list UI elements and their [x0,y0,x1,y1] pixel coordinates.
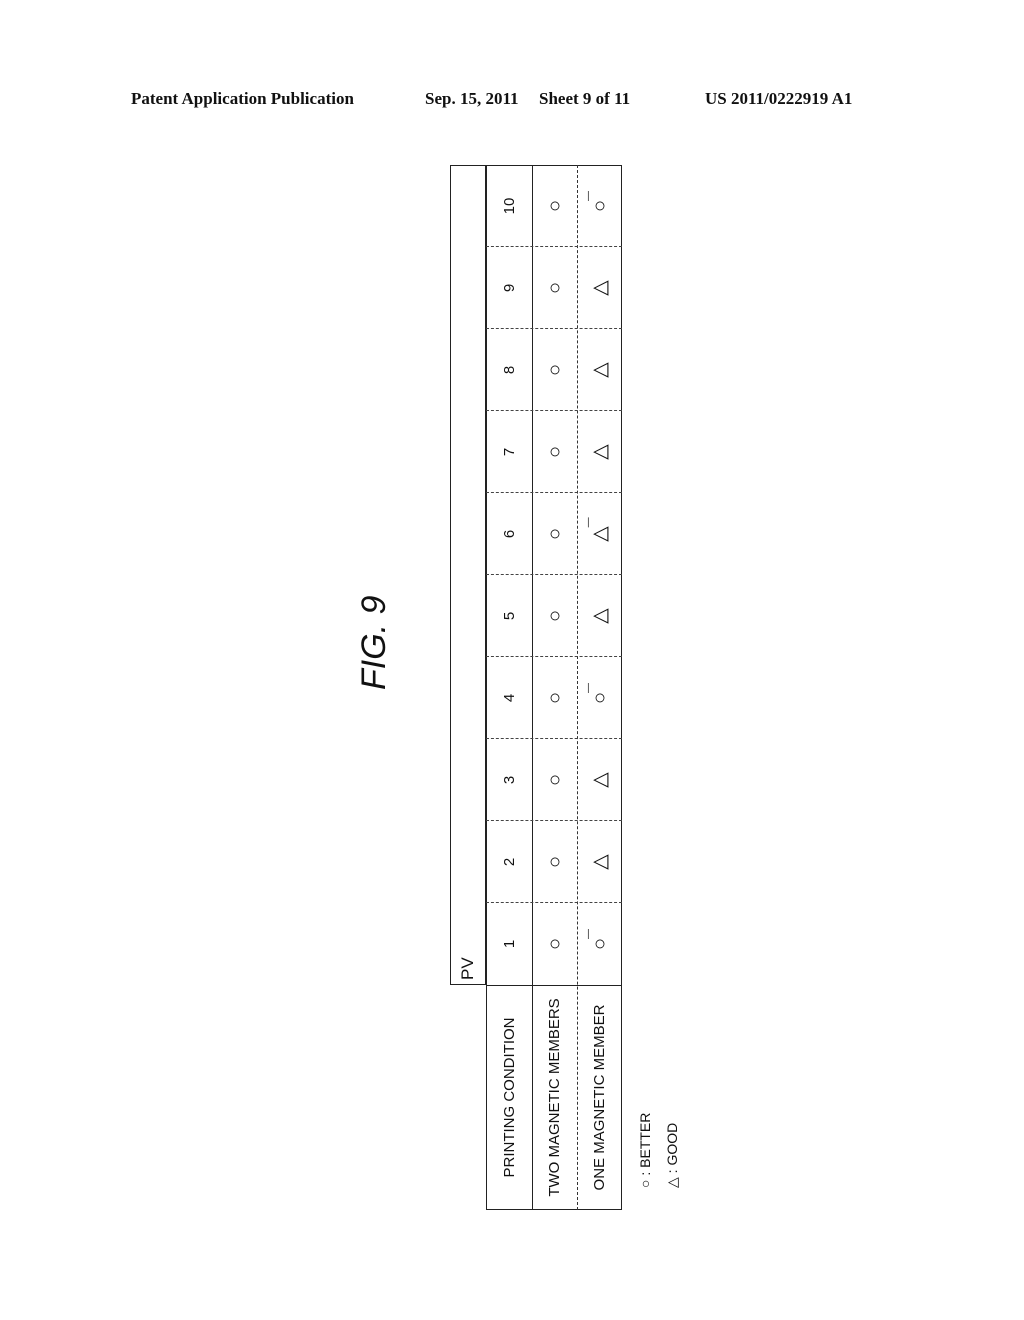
circle-icon: ○ [543,855,566,869]
pv-value: 6 [500,529,518,539]
rating-one-member: △ [577,493,622,575]
pv-value: 9 [500,283,518,293]
rating-two-members: ○ [532,903,577,985]
circle-icon: ○ [637,1179,653,1188]
condition-header: PRINTING CONDITION [500,1017,518,1178]
rating-two-members: ○ [532,247,577,329]
rating-two-members: ○ [532,411,577,493]
sheet-number: Sheet 9 of 11 [539,89,631,108]
publication-date: Sep. 15, 2011 [425,89,519,108]
pv-value: 2 [500,857,518,867]
patent-number: US 2011/0222919 A1 [705,89,853,108]
rating-two-members: ○ [532,575,577,657]
triangle-icon: △ [588,362,611,378]
rating-one-member: △ [577,329,622,411]
pv-value: 7 [500,447,518,457]
column-divider [486,738,622,739]
circle-icon: ○ [543,937,566,951]
pv-value: 8 [500,365,518,375]
column-divider [486,246,622,247]
pv-value: 1 [500,939,518,949]
circle-icon: ○ [543,527,566,541]
circle-icon: ○ [543,363,566,377]
column-divider [486,410,622,411]
pv-value: 4 [500,693,518,703]
pv-header-strip [450,165,486,985]
rating-one-member: ○ [577,903,622,985]
rating-two-members: ○ [532,657,577,739]
circle-icon: ○ [543,609,566,623]
circle-icon: ○ [589,200,611,212]
legend-better: ○ : BETTER [637,1113,653,1188]
triangle-icon: △ [588,280,611,296]
triangle-icon: △ [588,854,611,870]
circle-icon: ○ [543,281,566,295]
rating-two-members: ○ [532,493,577,575]
rating-one-member: ○ [577,657,622,739]
pv-label: PV [458,957,477,980]
column-divider [486,820,622,821]
triangle-icon: △ [589,526,611,541]
circle-icon: ○ [543,445,566,459]
triangle-icon: △ [588,608,611,624]
rating-one-member: ○ [577,165,622,247]
results-table: PV PRINTING CONDITION TWO MAGNETIC MEMBE… [450,165,622,1210]
rating-one-member: △ [577,411,622,493]
row-label-one-member: ONE MAGNETIC MEMBER [591,1004,608,1191]
column-divider [486,574,622,575]
rating-one-member: △ [577,247,622,329]
circle-icon: ○ [543,773,566,787]
pv-value: 5 [500,611,518,621]
circle-icon: ○ [543,691,566,705]
rating-one-member: △ [577,575,622,657]
rating-two-members: ○ [532,821,577,903]
triangle-icon: △ [588,444,611,460]
column-divider [486,328,622,329]
column-divider [486,492,622,493]
column-divider [486,656,622,657]
circle-icon: ○ [543,199,566,213]
triangle-icon: △ [664,1177,680,1188]
rating-one-member: △ [577,739,622,821]
legend-good: △ : GOOD [664,1123,681,1188]
column-divider [486,902,622,903]
legend-better-text: : BETTER [637,1112,653,1176]
pv-value: 3 [500,775,518,785]
row-label-two-members: TWO MAGNETIC MEMBERS [546,998,563,1197]
rating-two-members: ○ [532,329,577,411]
rating-one-member: △ [577,821,622,903]
legend-good-text: : GOOD [664,1122,680,1174]
rating-two-members: ○ [532,739,577,821]
figure-title: FIG. 9 [355,595,393,690]
triangle-icon: △ [588,772,611,788]
circle-icon: ○ [589,692,611,704]
pv-value: 10 [500,197,518,215]
publication-label: Patent Application Publication [131,89,354,108]
rating-two-members: ○ [532,165,577,247]
circle-icon: ○ [589,938,611,950]
